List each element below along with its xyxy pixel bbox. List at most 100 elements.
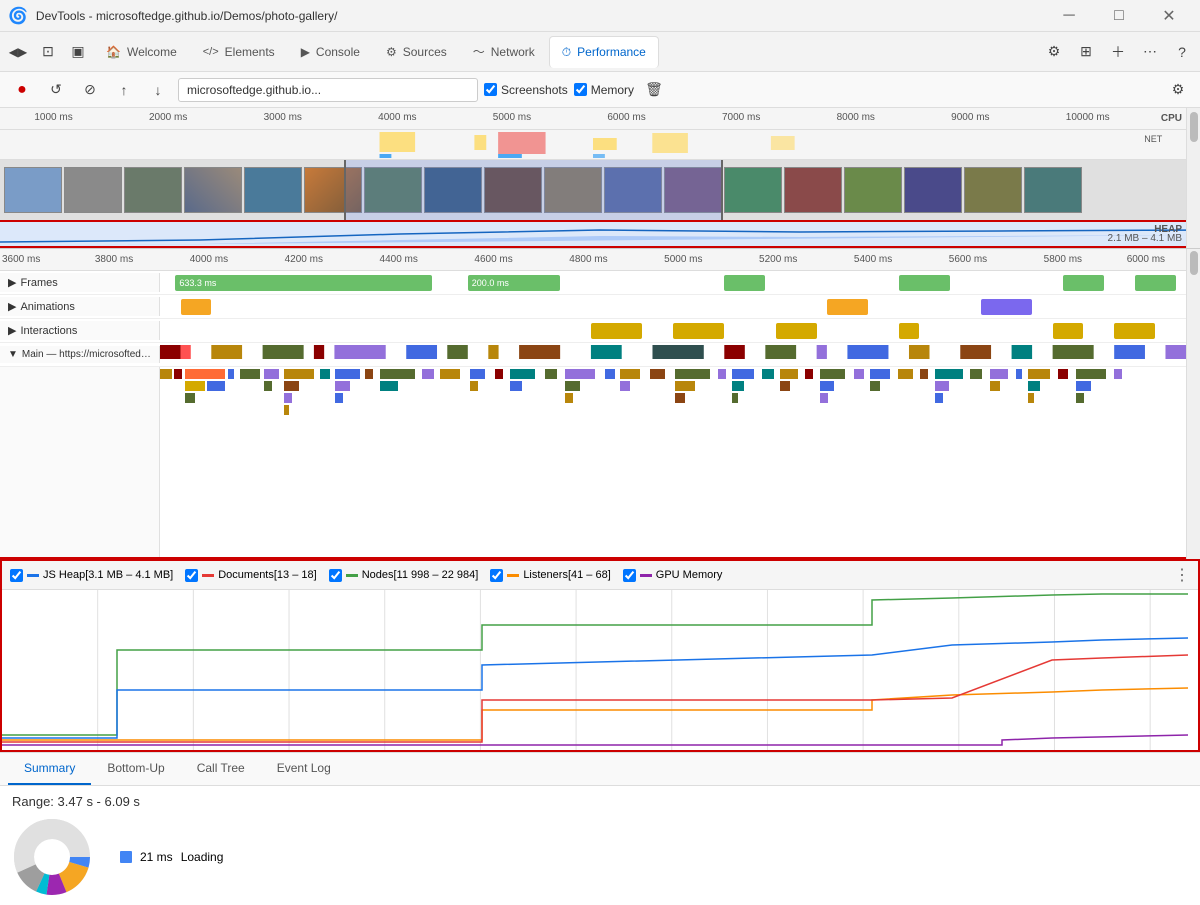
network-icon: 〜: [473, 43, 485, 60]
int-bar-2: [673, 323, 724, 339]
tab-welcome[interactable]: 🏠 Welcome: [94, 36, 189, 68]
dock-button[interactable]: ⊡: [34, 38, 62, 66]
int-bar-5: [1053, 323, 1084, 339]
documents-checkbox[interactable]: [185, 569, 198, 582]
gpu-memory-checkbox[interactable]: [623, 569, 636, 582]
title-bar-text: DevTools - microsoftedge.github.io/Demos…: [36, 9, 1038, 23]
tab-bottom-up[interactable]: Bottom-Up: [91, 753, 180, 785]
frames-content[interactable]: 633.3 ms 200.0 ms: [160, 271, 1186, 294]
screenshot-13: [724, 167, 782, 213]
selection-overlay[interactable]: [344, 160, 724, 220]
detail-area: 3600 ms 3800 ms 4000 ms 4200 ms 4400 ms …: [0, 249, 1200, 559]
nodes-color: [346, 574, 358, 577]
listeners-checkbox[interactable]: [490, 569, 503, 582]
back-forward-button[interactable]: ◀▶: [4, 38, 32, 66]
record-button[interactable]: ●: [8, 76, 36, 104]
screenshot-4: [184, 167, 242, 213]
interactions-label[interactable]: ▶ Interactions: [0, 321, 160, 340]
r-3600: 3600 ms: [0, 254, 40, 265]
main-content[interactable]: [160, 343, 1186, 367]
detach-button[interactable]: ⊞: [1072, 38, 1100, 66]
tab-sources[interactable]: ⚙ Sources: [374, 36, 459, 68]
more-tabs-button[interactable]: ⋯: [1136, 38, 1164, 66]
legend-loading: 21 ms Loading: [120, 850, 223, 864]
tab-bar: ◀▶ ⊡ ▣ 🏠 Welcome </> Elements ▶ Console …: [0, 32, 1200, 72]
interactions-content[interactable]: [160, 319, 1186, 342]
legend-nodes[interactable]: Nodes[11 998 – 22 984]: [329, 569, 479, 582]
overview-scrollbar[interactable]: [1186, 108, 1200, 248]
detail-scrollbar[interactable]: [1186, 249, 1200, 559]
screenshots-checkbox[interactable]: Screenshots: [484, 83, 568, 97]
cpu-chart: NET: [0, 130, 1186, 159]
bottom-tabs: Summary Bottom-Up Call Tree Event Log: [0, 753, 1200, 786]
tab-console[interactable]: ▶ Console: [289, 36, 372, 68]
r-5600: 5600 ms: [949, 254, 987, 265]
tab-elements[interactable]: </> Elements: [191, 36, 287, 68]
main-label[interactable]: ▼ Main — https://microsoftedge...: [0, 346, 160, 363]
settings-button[interactable]: ⚙: [1164, 76, 1192, 104]
help-button[interactable]: ?: [1168, 38, 1196, 66]
memory-checkbox[interactable]: Memory: [574, 83, 634, 97]
legend-documents[interactable]: Documents[13 – 18]: [185, 569, 316, 582]
frame-bar-1: 633.3 ms: [175, 275, 432, 291]
url-field[interactable]: [178, 78, 478, 102]
settings-tab-button[interactable]: ⚙: [1040, 38, 1068, 66]
legend-listeners[interactable]: Listeners[41 – 68]: [490, 569, 610, 582]
add-tab-button[interactable]: ＋: [1104, 38, 1132, 66]
animations-label[interactable]: ▶ Animations: [0, 297, 160, 316]
r-4600: 4600 ms: [474, 254, 512, 265]
js-heap-checkbox[interactable]: [10, 569, 23, 582]
ruler-ticks: 1000 ms 2000 ms 3000 ms 4000 ms 5000 ms …: [0, 108, 1146, 129]
reload-record-button[interactable]: ↺: [42, 76, 70, 104]
main-flame-chart: [160, 343, 1186, 367]
r-5000: 5000 ms: [664, 254, 702, 265]
nodes-checkbox[interactable]: [329, 569, 342, 582]
flame-chart-area[interactable]: [160, 367, 1186, 557]
flame-chart-extended[interactable]: [0, 367, 1186, 559]
window-controls: ─ □ ✕: [1046, 0, 1192, 32]
trash-button[interactable]: 🗑: [640, 76, 668, 104]
home-icon: 🏠: [106, 45, 121, 59]
summary-row: 21 ms Loading: [12, 817, 1188, 897]
legend-js-heap[interactable]: JS Heap[3.1 MB – 4.1 MB]: [10, 569, 173, 582]
tick-10000: 10000 ms: [1066, 112, 1110, 123]
close-button[interactable]: ✕: [1146, 0, 1192, 32]
performance-toolbar: ● ↺ ⊘ ↑ ↓ Screenshots Memory 🗑 ⚙: [0, 72, 1200, 108]
tab-performance[interactable]: ⏱ Performance: [549, 36, 659, 68]
tab-network[interactable]: 〜 Network: [461, 36, 547, 68]
panel-toggle[interactable]: ▣: [64, 38, 92, 66]
tick-2000: 2000 ms: [149, 112, 187, 123]
tab-event-log[interactable]: Event Log: [261, 753, 347, 785]
tab-call-tree[interactable]: Call Tree: [181, 753, 261, 785]
tab-summary[interactable]: Summary: [8, 753, 91, 785]
elements-icon: </>: [203, 46, 219, 58]
int-bar-3: [776, 323, 817, 339]
animations-content[interactable]: [160, 295, 1186, 318]
pie-svg: [12, 817, 92, 897]
download-button[interactable]: ↓: [144, 76, 172, 104]
memory-menu-button[interactable]: ⋮: [1174, 565, 1190, 585]
detail-scroll-thumb[interactable]: [1190, 251, 1198, 275]
tick-8000: 8000 ms: [837, 112, 875, 123]
maximize-button[interactable]: □: [1096, 0, 1142, 32]
interactions-expand-icon: ▶: [8, 324, 16, 337]
screenshots-strip[interactable]: [0, 160, 1186, 220]
scrollbar-thumb-overview[interactable]: [1190, 112, 1198, 142]
summary-pie: [12, 817, 92, 897]
legend-gpu-memory[interactable]: GPU Memory: [623, 569, 723, 582]
frames-label[interactable]: ▶ Frames: [0, 273, 160, 292]
heap-range: 2.1 MB – 4.1 MB: [1108, 233, 1182, 244]
minimize-button[interactable]: ─: [1046, 0, 1092, 32]
summary-legend: 21 ms Loading: [120, 850, 223, 864]
tick-9000: 9000 ms: [951, 112, 989, 123]
range-display: Range: 3.47 s - 6.09 s: [12, 794, 1188, 809]
frame-bar-5: [1063, 275, 1104, 291]
screenshot-1: [4, 167, 62, 213]
clear-button[interactable]: ⊘: [76, 76, 104, 104]
r-5800: 5800 ms: [1044, 254, 1082, 265]
gpu-color: [640, 574, 652, 577]
upload-button[interactable]: ↑: [110, 76, 138, 104]
heap-overview: HEAP 2.1 MB – 4.1 MB: [0, 220, 1186, 248]
tick-1000: 1000 ms: [34, 112, 72, 123]
frame-bar-3: [724, 275, 765, 291]
